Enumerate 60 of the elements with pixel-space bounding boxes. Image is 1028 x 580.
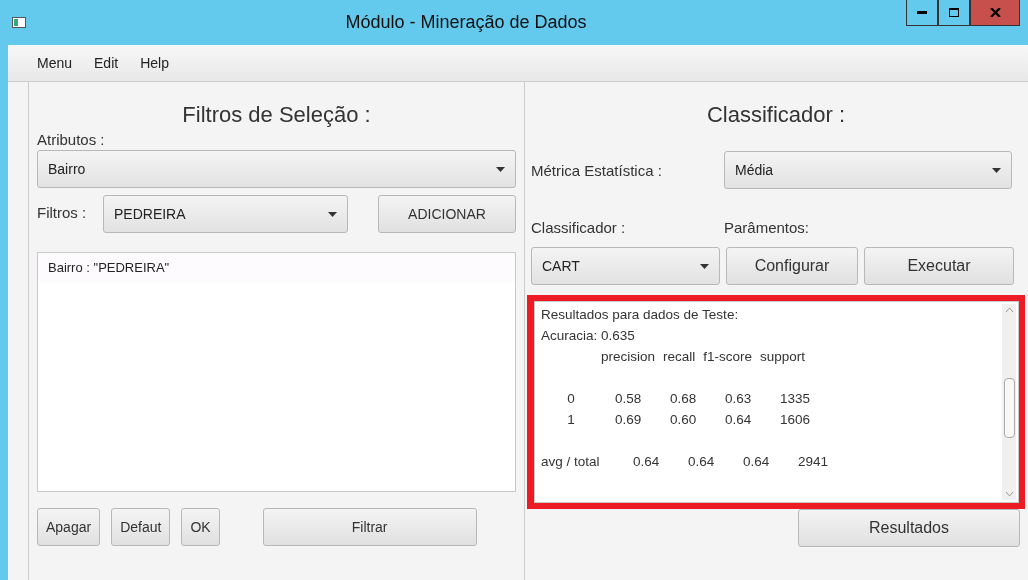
close-icon <box>989 8 1001 17</box>
table-cell-text: 0.68 <box>670 390 698 408</box>
row-label: 1 <box>566 411 576 429</box>
table-cell-text: 0.64 <box>633 453 661 471</box>
list-item[interactable]: Bairro : "PEDREIRA" <box>38 253 515 282</box>
minimize-button[interactable] <box>906 0 938 26</box>
table-cell-text: 0.60 <box>670 411 698 429</box>
minimize-icon <box>917 10 927 15</box>
menu-item[interactable]: Help <box>140 55 169 71</box>
attribute-dropdown[interactable]: Bairro <box>37 150 516 188</box>
configure-button[interactable]: Configurar <box>726 247 858 285</box>
column-header: recall <box>663 348 696 366</box>
panel-title: Classificador : <box>705 102 847 128</box>
caret-icon <box>992 167 1001 173</box>
caret-icon <box>328 211 337 217</box>
field-label: Atributos : <box>37 131 106 148</box>
window-title: Módulo - Mineração de Dados <box>344 12 588 33</box>
caret-icon <box>496 166 505 172</box>
table-cell-text: 0.64 <box>743 453 771 471</box>
row-label: 0 <box>566 390 576 408</box>
panel-title: Filtros de Seleção : <box>181 102 372 128</box>
table-cell-text: 0.64 <box>725 411 753 429</box>
filter-dropdown[interactable]: PEDREIRA <box>103 195 348 233</box>
action-button[interactable]: Filtrar <box>262 508 477 546</box>
table-cell-text: 1335 <box>780 390 812 408</box>
table-cell-text: 0.58 <box>615 390 643 408</box>
column-header: precision <box>601 348 656 366</box>
menu-item[interactable]: Edit <box>94 55 119 71</box>
action-button[interactable]: OK <box>181 508 220 546</box>
scroll-up-icon <box>1004 307 1014 313</box>
classifier-dropdown[interactable]: CART <box>531 247 720 285</box>
accuracy-text: Acuracia: 0.635 <box>541 327 635 345</box>
table-cell-text: 0.63 <box>725 390 753 408</box>
run-button[interactable]: Executar <box>864 247 1014 285</box>
field-label: Classificador : <box>531 219 627 236</box>
table-cell-text: 1606 <box>780 411 812 429</box>
action-button[interactable]: Apagar <box>37 508 101 546</box>
scrollbar[interactable] <box>1002 304 1016 500</box>
app-icon <box>12 17 26 28</box>
row-label: avg / total <box>541 453 601 471</box>
results-heading: Resultados para dados de Teste: <box>541 306 739 324</box>
table-cell-text: 0.69 <box>615 411 643 429</box>
scroll-down-icon <box>1004 491 1014 497</box>
results-button[interactable]: Resultados <box>798 509 1020 547</box>
add-button[interactable]: ADICIONAR <box>378 195 516 233</box>
maximize-button[interactable] <box>938 0 970 26</box>
metric-dropdown[interactable]: Média <box>724 151 1012 189</box>
maximize-icon <box>949 8 959 17</box>
column-header: support <box>760 348 806 366</box>
table-cell-text: 0.64 <box>688 453 716 471</box>
menu-item[interactable]: Menu <box>37 55 73 71</box>
field-label: Métrica Estatística : <box>531 161 663 179</box>
caret-icon <box>700 263 709 269</box>
field-label: Filtros : <box>37 204 88 221</box>
column-header: f1-score <box>703 348 753 366</box>
table-cell-text: 2941 <box>798 453 830 471</box>
scroll-thumb[interactable] <box>1003 378 1015 438</box>
action-button[interactable]: Defaut <box>111 508 171 546</box>
field-label: Parâmentos: <box>724 219 811 236</box>
close-button[interactable] <box>970 0 1020 26</box>
